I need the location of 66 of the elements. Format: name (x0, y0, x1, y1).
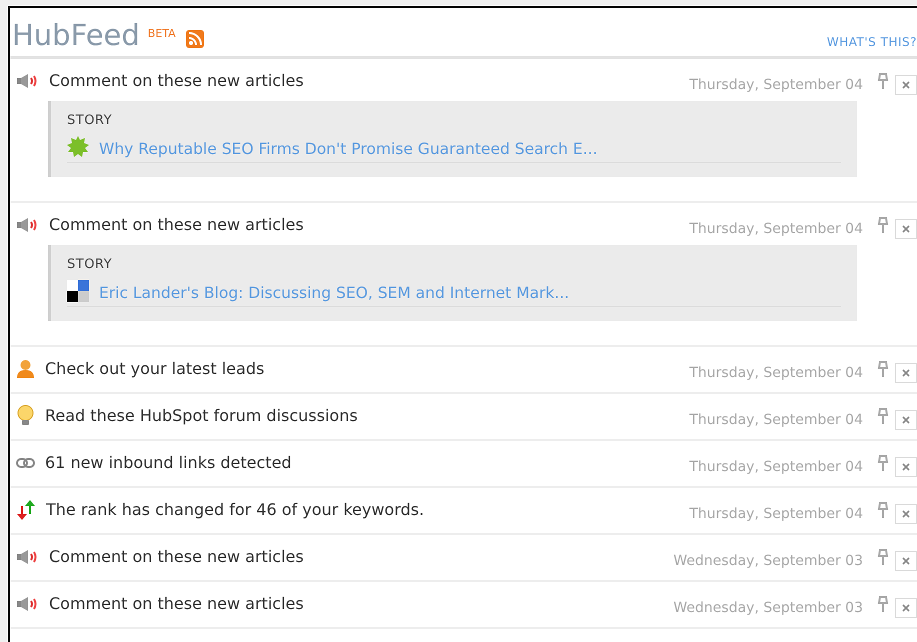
feed-item-text: Comment on these new articles (49, 594, 305, 613)
pin-button[interactable] (877, 72, 889, 90)
story-link[interactable]: Eric Lander's Blog: Discussing SEO, SEM and Internet Mark... (99, 284, 570, 302)
chain-link-icon (16, 458, 35, 468)
story-label: STORY (67, 113, 114, 128)
feed-item-date: Thursday, September 04 (689, 458, 863, 474)
gear-icon (67, 136, 89, 158)
close-button[interactable] (895, 550, 917, 570)
feed-item-text: Check out your latest leads (45, 359, 266, 378)
pin-icon (877, 216, 889, 234)
pin-icon (877, 500, 889, 518)
feed-item-date: Wednesday, September 03 (673, 600, 863, 616)
feed-item-text: Comment on these new articles (49, 215, 305, 234)
pin-button[interactable] (877, 360, 889, 378)
story-link[interactable]: Why Reputable SEO Firms Don't Promise Guaranteed Search E... (99, 140, 598, 158)
squares-icon (67, 280, 89, 302)
feed-item-date: Thursday, September 04 (689, 364, 863, 380)
pin-icon (877, 594, 889, 612)
feed-item-text: Comment on these new articles (49, 547, 305, 566)
close-button[interactable] (895, 218, 917, 238)
close-icon (902, 510, 910, 518)
feed-item-text: 61 new inbound links detected (45, 453, 293, 472)
feed-item-date: Wednesday, September 03 (673, 552, 863, 568)
feed-item-date: Thursday, September 04 (689, 412, 863, 428)
pin-button[interactable] (877, 594, 889, 612)
pin-icon (877, 454, 889, 472)
feed-item-date: Thursday, September 04 (689, 76, 863, 92)
feed-item-text: Comment on these new articles (49, 71, 305, 90)
close-icon (902, 462, 910, 470)
pin-button[interactable] (877, 500, 889, 518)
close-icon (902, 80, 910, 88)
feed-item-date: Thursday, September 04 (689, 506, 863, 522)
megaphone-icon (16, 74, 39, 88)
feed-item-date: Thursday, September 04 (689, 220, 863, 236)
pin-icon (877, 406, 889, 424)
megaphone-icon (16, 596, 39, 610)
up-down-arrows-icon (16, 500, 36, 520)
close-button[interactable] (895, 362, 917, 382)
feed-title: HubFeed (12, 21, 140, 54)
close-button[interactable] (895, 504, 917, 524)
pin-icon (877, 360, 889, 378)
close-button[interactable] (895, 410, 917, 430)
rss-icon[interactable] (186, 30, 204, 48)
pin-button[interactable] (877, 454, 889, 472)
megaphone-icon (16, 218, 39, 232)
megaphone-icon (16, 550, 39, 564)
close-icon (902, 604, 910, 612)
story-label: STORY (67, 257, 114, 272)
feed-item-text: Read these HubSpot forum discussions (45, 406, 359, 425)
pin-button[interactable] (877, 216, 889, 234)
pin-icon (877, 548, 889, 566)
pin-button[interactable] (877, 406, 889, 424)
pin-icon (877, 72, 889, 90)
close-icon (902, 224, 910, 232)
close-icon (902, 556, 910, 564)
close-button[interactable] (895, 598, 917, 618)
person-icon (16, 358, 35, 378)
close-button[interactable] (895, 74, 917, 94)
beta-label: BETA (148, 27, 176, 40)
feed-item-text: The rank has changed for 46 of your keywords. (46, 500, 426, 519)
pin-button[interactable] (877, 548, 889, 566)
whats-this-link[interactable]: WHAT'S THIS? (826, 35, 917, 54)
close-icon (902, 368, 910, 376)
close-button[interactable] (895, 456, 917, 476)
close-icon (902, 416, 910, 424)
lightbulb-icon (16, 404, 35, 426)
